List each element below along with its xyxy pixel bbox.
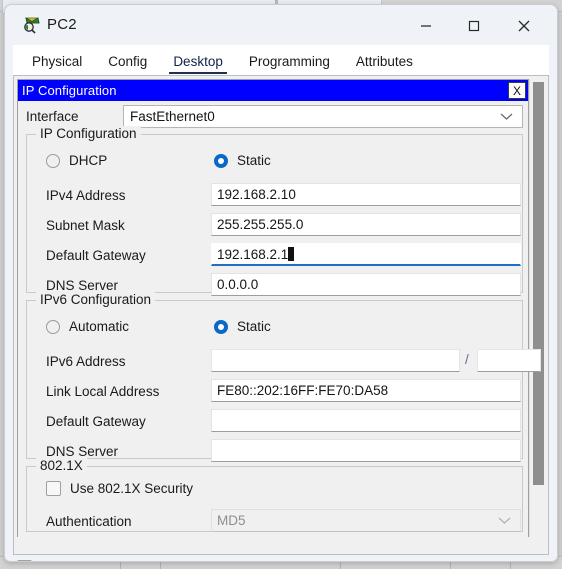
ipv6-radio-static-label: Static [237, 319, 271, 334]
chevron-down-icon [500, 108, 513, 126]
window-title-bar: PC2 [5, 5, 557, 45]
radio-unselected-icon [46, 319, 60, 334]
authentication-label: Authentication [46, 514, 132, 529]
ip-dialog-title: IP Configuration [22, 83, 117, 98]
use-dot1x-security-label: Use 802.1X Security [70, 481, 194, 496]
interface-dropdown[interactable]: FastEthernet0 [123, 105, 523, 128]
ipv4-radio-dhcp-label: DHCP [69, 153, 108, 168]
ip-configuration-dialog: IP Configuration X Interface FastEtherne… [17, 79, 541, 537]
dot1x-group-legend: 802.1X [36, 458, 87, 473]
interface-value: FastEthernet0 [130, 109, 215, 124]
radio-unselected-icon [46, 153, 60, 168]
ipv4-dns-server-label: DNS Server [46, 278, 119, 293]
ipv4-dns-server-input[interactable]: 0.0.0.0 [211, 273, 521, 296]
ipv6-dns-server-input[interactable] [211, 439, 521, 462]
packet-tracer-pc-icon [23, 16, 41, 34]
ipv6-configuration-group: IPv6 Configuration Automatic Static IPv6… [26, 292, 541, 462]
chevron-down-icon [498, 512, 511, 530]
ipv6-default-gateway-row: Default Gateway [27, 409, 524, 435]
ipv6-group-legend: IPv6 Configuration [36, 292, 156, 307]
ipv6-address-value [212, 351, 217, 366]
authentication-dropdown[interactable]: MD5 [211, 509, 521, 532]
maximize-button[interactable] [453, 11, 495, 41]
tab-label: Physical [32, 54, 83, 69]
tab-attributes[interactable]: Attributes [343, 52, 426, 75]
use-dot1x-security-checkbox[interactable]: Use 802.1X Security [46, 481, 193, 496]
subnet-mask-label: Subnet Mask [46, 218, 125, 233]
tab-desktop[interactable]: Desktop [160, 52, 236, 75]
ipv4-address-label: IPv4 Address [46, 188, 126, 203]
vertical-scrollbar[interactable] [529, 79, 545, 537]
radio-selected-icon [214, 153, 228, 168]
ip-dialog-close-button[interactable]: X [508, 82, 526, 99]
ipv4-default-gateway-label: Default Gateway [46, 248, 146, 263]
tab-physical[interactable]: Physical [19, 52, 95, 75]
link-local-address-row: Link Local Address FE80::202:16FF:FE70:D… [27, 379, 524, 405]
ipv4-radio-dhcp[interactable]: DHCP [46, 153, 107, 168]
tab-label: Attributes [355, 54, 413, 69]
ip-dialog-body: Interface FastEthernet0 IP Configuration [18, 101, 541, 537]
tab-config[interactable]: Config [95, 52, 160, 75]
link-local-address-label: Link Local Address [46, 384, 160, 399]
ipv6-prefix-separator: / [465, 352, 469, 367]
device-tab-bar: Physical Config Desktop Programming Attr… [13, 45, 549, 75]
ipv6-dns-server-row: DNS Server [27, 439, 524, 465]
link-local-address-input[interactable]: FE80::202:16FF:FE70:DA58 [211, 379, 521, 402]
ipv4-address-input[interactable]: 192.168.2.10 [211, 183, 521, 206]
ipv4-default-gateway-row: Default Gateway 192.168.2.1 [27, 243, 524, 269]
ipv6-address-label: IPv6 Address [46, 354, 126, 369]
ipv6-address-input[interactable] [211, 349, 460, 372]
ipv4-address-value: 192.168.2.10 [217, 187, 296, 202]
window-title: PC2 [47, 16, 77, 33]
ipv4-group-legend: IP Configuration [36, 126, 141, 141]
ipv4-dns-server-value: 0.0.0.0 [217, 277, 259, 292]
ipv4-default-gateway-value: 192.168.2.1 [217, 246, 289, 262]
link-local-address-value: FE80::202:16FF:FE70:DA58 [217, 383, 389, 398]
ipv4-mode-radio-row: DHCP Static [27, 153, 524, 177]
tab-label: Programming [248, 54, 330, 69]
radio-selected-icon [214, 319, 228, 334]
tab-programming[interactable]: Programming [236, 52, 343, 75]
subnet-mask-row: Subnet Mask 255.255.255.0 [27, 213, 524, 239]
ip-dialog-title-bar[interactable]: IP Configuration X [18, 80, 528, 101]
subnet-mask-input[interactable]: 255.255.255.0 [211, 213, 521, 236]
interface-label: Interface [26, 109, 79, 124]
top-checkbox[interactable]: Top [17, 560, 63, 561]
ipv4-default-gateway-input[interactable]: 192.168.2.1 [211, 243, 521, 266]
ipv6-radio-static[interactable]: Static [214, 319, 271, 334]
ipv6-radio-automatic-label: Automatic [69, 319, 130, 334]
ipv6-radio-automatic[interactable]: Automatic [46, 319, 129, 334]
close-button[interactable] [503, 11, 545, 41]
ipv4-address-row: IPv4 Address 192.168.2.10 [27, 183, 524, 209]
ipv6-address-row: IPv6 Address / [27, 349, 541, 375]
tab-label: Desktop [173, 54, 223, 69]
ipv6-dns-server-label: DNS Server [46, 444, 119, 459]
checkbox-unchecked-icon [46, 481, 61, 496]
tab-label: Config [108, 54, 148, 69]
pc-device-window: PC2 Physical Config Desktop Programming … [4, 4, 558, 562]
subnet-mask-value: 255.255.255.0 [217, 217, 304, 232]
text-caret [288, 247, 295, 261]
authentication-value: MD5 [217, 513, 246, 528]
ipv6-prefix-value [478, 351, 483, 366]
top-checkbox-label: Top [41, 560, 63, 561]
ipv4-radio-static[interactable]: Static [214, 153, 271, 168]
ipv6-default-gateway-input[interactable] [211, 409, 521, 432]
ipv4-radio-static-label: Static [237, 153, 271, 168]
dot1x-group: 802.1X Use 802.1X Security Authenticatio… [26, 458, 524, 535]
authentication-row: Authentication MD5 [27, 509, 524, 535]
desktop-content-panel: IP Configuration X Interface FastEtherne… [13, 75, 549, 555]
ipv4-configuration-group: IP Configuration DHCP Static IPv4 Addres… [26, 126, 524, 296]
ipv6-mode-radio-row: Automatic Static [27, 319, 524, 343]
ipv6-prefix-length-input[interactable] [477, 349, 541, 372]
minimize-button[interactable] [405, 11, 447, 41]
scrollbar-thumb[interactable] [533, 82, 544, 485]
checkbox-unchecked-icon [17, 560, 32, 561]
ipv6-default-gateway-label: Default Gateway [46, 414, 146, 429]
window-footer: Top CSDN @架架子客 [13, 555, 549, 561]
